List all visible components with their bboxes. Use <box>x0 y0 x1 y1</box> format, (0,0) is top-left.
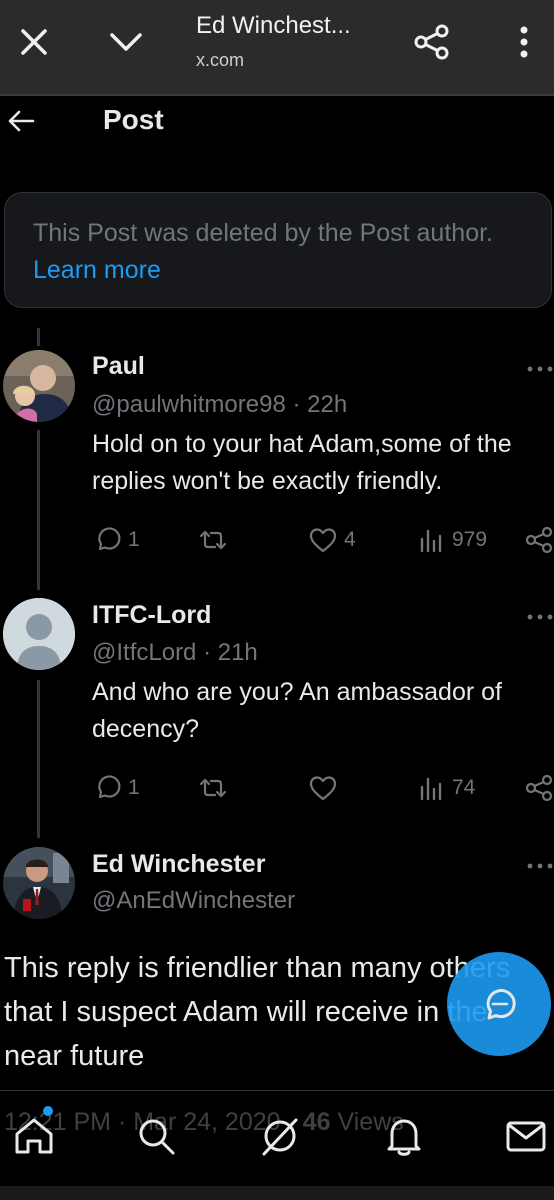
reply-button[interactable]: 1 <box>92 520 140 560</box>
like-count: 4 <box>344 528 356 551</box>
divider <box>0 1090 554 1091</box>
system-navigation-bar <box>0 1186 554 1200</box>
views-button[interactable]: 74 <box>416 768 475 808</box>
compose-reply-icon <box>486 989 516 1020</box>
close-icon[interactable] <box>14 22 54 62</box>
heart-icon <box>309 776 337 801</box>
heart-icon <box>309 528 337 553</box>
more-vertical-icon[interactable] <box>504 22 544 62</box>
avatar[interactable] <box>3 350 75 422</box>
browser-toolbar: Ed Winchest... x.com <box>0 0 554 96</box>
repost-icon <box>199 530 227 550</box>
deleted-post-notice: This Post was deleted by the Post author… <box>4 192 552 308</box>
envelope-icon[interactable] <box>504 1114 548 1158</box>
bottom-navigation <box>0 1100 554 1188</box>
reply-actions: 1 4 979 <box>0 520 554 560</box>
post-author-name[interactable]: Ed Winchester <box>92 850 265 879</box>
analytics-icon <box>420 777 442 801</box>
thread-line <box>37 430 40 590</box>
reply-count: 1 <box>128 528 140 551</box>
like-button[interactable] <box>308 768 338 808</box>
home-notification-dot <box>43 1106 53 1116</box>
reply-handle-time[interactable]: @ItfcLord · 21h <box>92 639 258 667</box>
home-icon[interactable] <box>12 1114 56 1158</box>
repost-icon <box>199 778 227 798</box>
share-icon <box>525 526 553 554</box>
reply-text: And who are you? An ambassador of decenc… <box>92 678 502 743</box>
bell-icon[interactable] <box>382 1114 426 1158</box>
view-count: 979 <box>452 528 488 551</box>
grok-icon[interactable] <box>258 1114 302 1158</box>
repost-button[interactable] <box>198 520 228 560</box>
more-options-icon[interactable] <box>526 364 554 374</box>
share-button[interactable] <box>524 520 554 560</box>
more-options-icon[interactable] <box>526 612 554 622</box>
reply-count: 1 <box>128 776 140 799</box>
reply-button[interactable]: 1 <box>92 768 140 808</box>
analytics-icon <box>420 529 442 553</box>
chevron-down-icon[interactable] <box>106 22 146 62</box>
arrow-left-icon[interactable] <box>6 106 36 136</box>
reply-author-name[interactable]: Paul <box>92 352 145 381</box>
avatar[interactable] <box>3 598 75 670</box>
reply-text: Hold on to your hat Adam,some of the rep… <box>92 430 512 495</box>
search-icon[interactable] <box>134 1114 178 1158</box>
share-icon <box>525 774 553 802</box>
reply-handle-time[interactable]: @paulwhitmore98 · 22h <box>92 391 347 419</box>
thread-line <box>37 680 40 838</box>
reply-icon <box>98 527 121 551</box>
page-title: Post <box>103 104 164 135</box>
learn-more-link[interactable]: Learn more <box>33 256 161 284</box>
view-count: 74 <box>452 776 476 799</box>
share-icon[interactable] <box>412 22 452 62</box>
browser-tab-title: Ed Winchest... <box>196 12 351 39</box>
thread-line <box>37 328 40 346</box>
like-button[interactable]: 4 <box>308 520 356 560</box>
reply-actions: 1 74 <box>0 768 554 808</box>
views-button[interactable]: 979 <box>416 520 487 560</box>
compose-reply-button[interactable] <box>447 952 551 1056</box>
post-author-handle[interactable]: @AnEdWinchester <box>92 887 295 915</box>
avatar[interactable] <box>3 847 75 919</box>
reply-icon <box>98 775 121 799</box>
deleted-notice-text: This Post was deleted by the Post author… <box>33 219 493 247</box>
repost-button[interactable] <box>198 768 228 808</box>
share-button[interactable] <box>524 768 554 808</box>
browser-url[interactable]: x.com <box>196 50 244 71</box>
reply-author-name[interactable]: ITFC-Lord <box>92 601 211 630</box>
more-options-icon[interactable] <box>526 861 554 871</box>
